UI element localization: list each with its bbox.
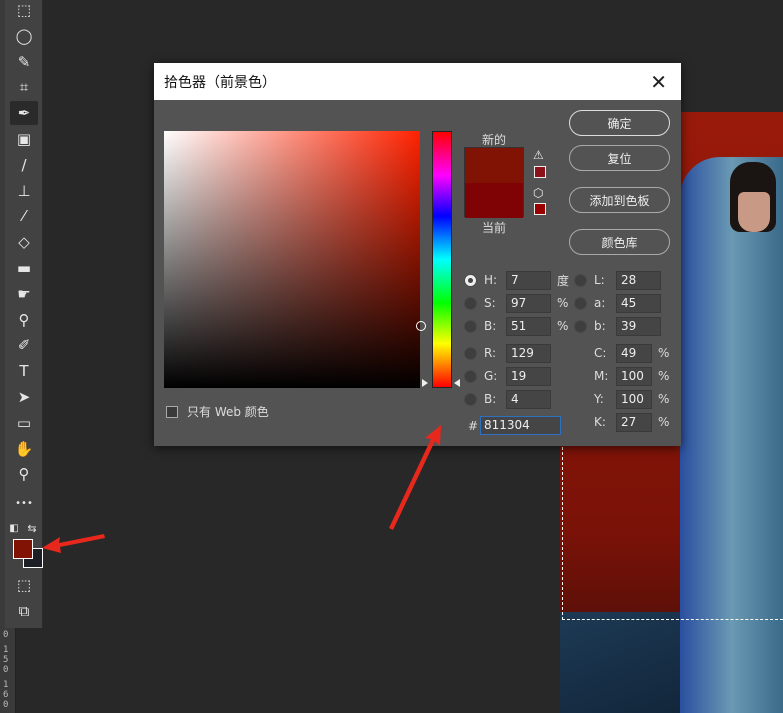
annotation-arrows xyxy=(42,425,441,553)
foreground-color-swatch[interactable] xyxy=(13,539,33,559)
arrow-to-hex-field xyxy=(389,425,441,530)
arrow-to-foreground-swatch xyxy=(42,534,105,553)
